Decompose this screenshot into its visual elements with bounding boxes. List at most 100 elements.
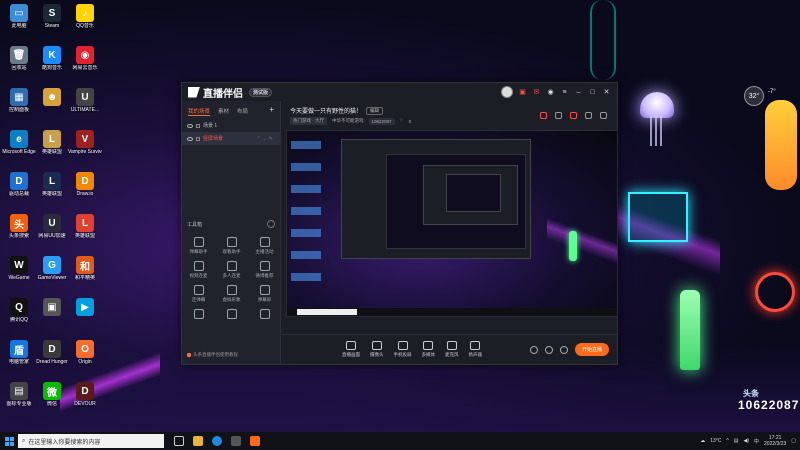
taskbar-search[interactable]: ⌕ 在这里输入你要搜索的内容 — [18, 434, 164, 448]
maximize-icon[interactable]: □ — [588, 88, 597, 97]
clock[interactable]: 17:21 2022/3/23 — [764, 435, 786, 447]
desktop-icon[interactable]: 盾电脑管家 — [2, 340, 36, 365]
desktop-icon[interactable]: e Microsoft Edge — [2, 130, 36, 155]
task-view-icon[interactable] — [174, 436, 184, 446]
message-icon[interactable]: ✉ — [532, 88, 541, 97]
settings-icon[interactable] — [559, 345, 568, 354]
lock-icon[interactable] — [555, 112, 562, 119]
desktop-icon[interactable]: 头头条搜索 — [2, 214, 36, 239]
desktop-icon[interactable]: 🗑 回收站 — [2, 46, 36, 71]
tool-item[interactable] — [182, 309, 215, 321]
source-control[interactable]: 直播画面 — [342, 341, 360, 358]
tool-item[interactable]: 微博推荐 — [248, 261, 281, 279]
desktop-icon[interactable]: ▣ — [35, 298, 69, 317]
desktop-icon[interactable]: 和和平精英 — [68, 256, 102, 281]
tool-item[interactable] — [215, 309, 248, 321]
title-bar[interactable]: 直播伴侣 测试版 ▣ ✉ ◉ ≡ – □ ✕ — [182, 83, 617, 101]
tab-assets[interactable]: 素材 — [218, 107, 229, 116]
record-icon[interactable] — [570, 112, 577, 119]
notification-icon[interactable]: ◉ — [546, 88, 555, 97]
start-live-button[interactable]: 开始直播 — [574, 343, 609, 356]
gift-icon[interactable]: ▣ — [518, 88, 527, 97]
desktop-icon[interactable]: ▶ — [68, 298, 102, 317]
start-button[interactable] — [0, 432, 18, 450]
network-icon[interactable]: ▤ — [734, 438, 739, 444]
tool-item[interactable]: 弹幕屏 — [248, 285, 281, 303]
desktop-icon[interactable]: ☻ — [35, 88, 69, 107]
desktop-icon[interactable]: K 酷狗音乐 — [35, 46, 69, 71]
desktop-icon[interactable]: VVampire Survivors — [68, 130, 102, 155]
tool-item[interactable]: 弹幕助手 — [182, 237, 215, 255]
store-icon[interactable] — [231, 436, 241, 446]
desktop-icon[interactable]: 微微信 — [35, 382, 69, 407]
desktop-icon[interactable]: U 网易UU加速 — [35, 214, 69, 239]
add-scene-button[interactable]: + — [269, 106, 274, 116]
desktop-icon[interactable]: L 英雄联盟 — [35, 172, 69, 197]
camera-toggle-icon[interactable] — [529, 345, 538, 354]
desktop-icon[interactable]: U ULTIMATE... — [68, 88, 102, 113]
volume-icon[interactable]: ◀) — [743, 438, 749, 444]
tool-item[interactable]: 虚拟形象 — [215, 285, 248, 303]
notifications-icon[interactable]: ▢ — [791, 438, 796, 444]
share-icon[interactable] — [600, 112, 607, 119]
temperature[interactable]: 13°C — [710, 438, 721, 444]
control-bar: 直播画面 摄像头 手机投屏 多媒体 麦克风 扬声器 开始直播 — [282, 334, 617, 364]
category-chip[interactable]: 热门游戏 · 大厅 — [290, 117, 327, 125]
desktop-icon[interactable]: ♪ QQ音乐 — [68, 4, 102, 29]
eye-icon[interactable] — [187, 123, 193, 128]
minimize-icon[interactable]: – — [574, 88, 583, 97]
tool-item[interactable]: 观看助手 — [215, 237, 248, 255]
tray-expand-icon[interactable]: ^ — [726, 438, 728, 444]
eye-icon[interactable] — [187, 136, 193, 141]
desktop-icon[interactable]: D Dread Hunger — [35, 340, 69, 365]
tool-icon — [193, 237, 204, 247]
desktop-icon[interactable]: O Origin — [68, 340, 102, 365]
tool-item[interactable]: 多人连麦 — [215, 261, 248, 279]
tool-item[interactable]: 视频连麦 — [182, 261, 215, 279]
scene-item[interactable]: 场景 1 — [182, 119, 280, 132]
tutorial-notice[interactable]: 头条直播伴侣使用教程 — [187, 352, 238, 358]
tab-my-scenes[interactable]: 我的场景 — [188, 107, 211, 116]
lock-icon[interactable] — [196, 136, 200, 141]
desktop-icon[interactable]: ▭ 此电脑 — [2, 4, 36, 29]
tool-item[interactable] — [248, 309, 281, 321]
live-companion-taskbar-icon[interactable] — [250, 436, 260, 446]
tab-layout[interactable]: 布局 — [237, 107, 248, 116]
desktop-icon[interactable]: L 英雄联盟 — [35, 130, 69, 155]
desktop-icon[interactable]: D DEVOUR — [68, 382, 102, 407]
source-control[interactable]: 摄像头 — [370, 341, 384, 358]
source-control[interactable]: 多媒体 — [422, 341, 435, 358]
scene-actions-icon[interactable]: ⌃⌄✎ — [256, 136, 275, 142]
desktop-icon[interactable]: D Draw.io — [68, 172, 102, 197]
desktop-icon[interactable]: Q 腾讯QQ — [2, 298, 36, 323]
desktop-icon[interactable]: ◉ 网易云音乐 — [68, 46, 102, 71]
desktop-icon[interactable]: S Steam — [35, 4, 69, 29]
edge-icon[interactable] — [212, 436, 222, 446]
source-control[interactable]: 手机投屏 — [394, 341, 412, 358]
control-label: 扬声器 — [468, 352, 483, 357]
settings-icon[interactable] — [585, 112, 592, 119]
desktop-icon[interactable]: G GameViewer — [35, 256, 69, 281]
tool-item[interactable]: 连弹幕 — [182, 285, 215, 303]
gear-icon[interactable] — [267, 220, 275, 228]
desktop-icon[interactable]: D 驱动总裁 — [2, 172, 36, 197]
desktop-icon[interactable]: L 英雄联盟 — [68, 214, 102, 239]
preview-taskbar — [287, 308, 617, 316]
menu-icon[interactable]: ≡ — [560, 88, 569, 97]
source-control[interactable]: 扬声器 — [468, 341, 483, 358]
desktop-icon[interactable]: ▦ 控制面板 — [2, 88, 36, 113]
source-control[interactable]: 麦克风 — [445, 341, 459, 358]
eye-icon[interactable] — [544, 345, 553, 354]
live-preview[interactable] — [286, 130, 618, 317]
desktop-icon[interactable]: W WeGame — [2, 256, 36, 281]
close-icon[interactable]: ✕ — [602, 88, 611, 97]
explorer-icon[interactable] — [193, 436, 203, 446]
desktop-icon[interactable]: ▤ 图标专业版 — [2, 382, 36, 407]
lock-icon[interactable] — [196, 123, 200, 128]
gift-icon[interactable] — [540, 112, 547, 119]
edit-title-button[interactable]: 编辑 — [366, 106, 384, 115]
ime-indicator[interactable]: 中 — [754, 438, 759, 445]
scene-item[interactable]: 竖屏场景 ⌃⌄✎ — [182, 132, 280, 145]
user-avatar[interactable] — [501, 86, 513, 98]
tool-item[interactable]: 主播活动 — [248, 237, 281, 255]
